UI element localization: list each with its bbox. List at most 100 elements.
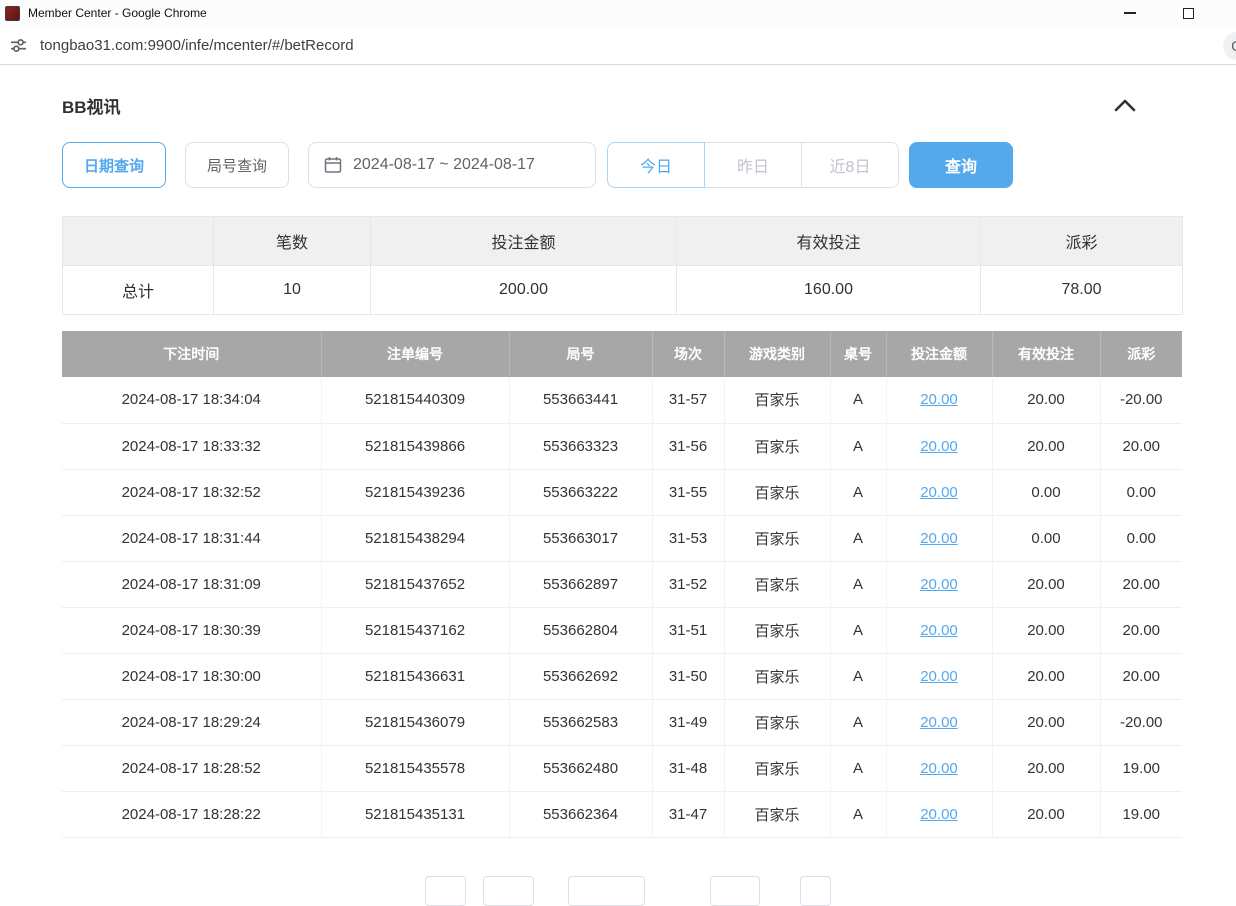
bet-row: 2024-08-17 18:31:44521815438294553663017… xyxy=(62,515,1182,561)
cell-session: 31-48 xyxy=(652,745,724,791)
cell-game: 百家乐 xyxy=(724,699,830,745)
bet-amount-link[interactable]: 20.00 xyxy=(920,668,958,685)
round-query-tab[interactable]: 局号查询 xyxy=(185,142,289,188)
cell-payout: 0.00 xyxy=(1100,515,1182,561)
calendar-icon xyxy=(324,156,342,174)
cell-table_no: A xyxy=(830,745,886,791)
cell-round_no: 553662583 xyxy=(509,699,652,745)
cell-session: 31-52 xyxy=(652,561,724,607)
cell-payout: 19.00 xyxy=(1100,791,1182,837)
cell-bet_no: 521815435578 xyxy=(321,745,509,791)
bet-amount-link[interactable]: 20.00 xyxy=(920,760,958,777)
cell-bet_no: 521815438294 xyxy=(321,515,509,561)
cell-table_no: A xyxy=(830,423,886,469)
cell-table_no: A xyxy=(830,791,886,837)
bet-amount-link[interactable]: 20.00 xyxy=(920,391,958,408)
summary-total-label: 总计 xyxy=(63,266,214,315)
summary-payout: 78.00 xyxy=(981,266,1183,315)
cell-table_no: A xyxy=(830,607,886,653)
cell-time: 2024-08-17 18:30:00 xyxy=(62,653,321,699)
bet-row: 2024-08-17 18:33:32521815439866553663323… xyxy=(62,423,1182,469)
cell-bet_amount: 20.00 xyxy=(886,653,992,699)
cell-session: 31-51 xyxy=(652,607,724,653)
pagination-control[interactable] xyxy=(425,876,466,906)
summary-header-bet-amount: 投注金额 xyxy=(371,217,677,266)
pagination-control[interactable] xyxy=(800,876,831,906)
cell-session: 31-50 xyxy=(652,653,724,699)
date-range-picker[interactable]: 2024-08-17 ~ 2024-08-17 xyxy=(308,142,596,188)
bet-column-header: 派彩 xyxy=(1100,331,1182,377)
last8days-button[interactable]: 近8日 xyxy=(801,142,899,188)
bet-column-header: 桌号 xyxy=(830,331,886,377)
summary-header-count: 笔数 xyxy=(214,217,371,266)
summary-bet-amount: 200.00 xyxy=(371,266,677,315)
cell-game: 百家乐 xyxy=(724,653,830,699)
summary-row: 总计 10 200.00 160.00 78.00 xyxy=(63,266,1183,315)
summary-header-valid-bet: 有效投注 xyxy=(677,217,981,266)
summary-header-blank xyxy=(63,217,214,266)
cell-session: 31-57 xyxy=(652,377,724,423)
url-text[interactable]: tongbao31.com:9900/infe/mcenter/#/betRec… xyxy=(40,37,354,54)
cell-time: 2024-08-17 18:31:44 xyxy=(62,515,321,561)
cell-game: 百家乐 xyxy=(724,469,830,515)
bet-column-header: 投注金额 xyxy=(886,331,992,377)
cell-game: 百家乐 xyxy=(724,423,830,469)
cell-valid_bet: 20.00 xyxy=(992,699,1100,745)
app-icon xyxy=(5,6,20,21)
bet-row: 2024-08-17 18:30:39521815437162553662804… xyxy=(62,607,1182,653)
bet-amount-link[interactable]: 20.00 xyxy=(920,576,958,593)
profile-avatar[interactable]: G xyxy=(1223,32,1236,60)
cell-table_no: A xyxy=(830,515,886,561)
cell-bet_amount: 20.00 xyxy=(886,423,992,469)
bet-amount-link[interactable]: 20.00 xyxy=(920,622,958,639)
summary-valid-bet: 160.00 xyxy=(677,266,981,315)
cell-bet_no: 521815439236 xyxy=(321,469,509,515)
cell-round_no: 553662804 xyxy=(509,607,652,653)
cell-round_no: 553662692 xyxy=(509,653,652,699)
bet-column-header: 下注时间 xyxy=(62,331,321,377)
cell-bet_no: 521815439866 xyxy=(321,423,509,469)
cell-valid_bet: 20.00 xyxy=(992,377,1100,423)
cell-game: 百家乐 xyxy=(724,515,830,561)
bet-amount-link[interactable]: 20.00 xyxy=(920,714,958,731)
today-button[interactable]: 今日 xyxy=(607,142,705,188)
site-settings-icon[interactable] xyxy=(10,37,27,54)
minimize-button[interactable] xyxy=(1114,0,1146,26)
cell-game: 百家乐 xyxy=(724,377,830,423)
bet-amount-link[interactable]: 20.00 xyxy=(920,484,958,501)
bet-table-body: 2024-08-17 18:34:04521815440309553663441… xyxy=(62,377,1182,837)
cell-bet_no: 521815436079 xyxy=(321,699,509,745)
cell-valid_bet: 0.00 xyxy=(992,469,1100,515)
date-query-tab[interactable]: 日期查询 xyxy=(62,142,166,188)
cell-time: 2024-08-17 18:28:52 xyxy=(62,745,321,791)
pagination-control[interactable] xyxy=(483,876,534,906)
bet-column-header: 场次 xyxy=(652,331,724,377)
cell-round_no: 553663017 xyxy=(509,515,652,561)
pagination-select[interactable] xyxy=(568,876,645,906)
maximize-button[interactable] xyxy=(1172,0,1204,26)
bet-amount-link[interactable]: 20.00 xyxy=(920,806,958,823)
cell-round_no: 553663441 xyxy=(509,377,652,423)
cell-valid_bet: 20.00 xyxy=(992,607,1100,653)
yesterday-button[interactable]: 昨日 xyxy=(704,142,802,188)
bet-records-table: 下注时间注单编号局号场次游戏类别桌号投注金额有效投注派彩 2024-08-17 … xyxy=(62,331,1182,838)
search-button[interactable]: 查询 xyxy=(909,142,1013,188)
cell-round_no: 553663323 xyxy=(509,423,652,469)
address-bar: tongbao31.com:9900/infe/mcenter/#/betRec… xyxy=(0,26,1236,65)
cell-bet_no: 521815440309 xyxy=(321,377,509,423)
window-title: Member Center - Google Chrome xyxy=(28,6,207,20)
cell-time: 2024-08-17 18:32:52 xyxy=(62,469,321,515)
bet-amount-link[interactable]: 20.00 xyxy=(920,530,958,547)
collapse-chevron-up-icon[interactable] xyxy=(1114,99,1182,112)
cell-round_no: 553662480 xyxy=(509,745,652,791)
bet-amount-link[interactable]: 20.00 xyxy=(920,438,958,455)
cell-session: 31-49 xyxy=(652,699,724,745)
cell-bet_no: 521815437652 xyxy=(321,561,509,607)
pagination-control[interactable] xyxy=(710,876,760,906)
bet-column-header: 局号 xyxy=(509,331,652,377)
cell-bet_amount: 20.00 xyxy=(886,607,992,653)
cell-bet_amount: 20.00 xyxy=(886,745,992,791)
cell-bet_no: 521815437162 xyxy=(321,607,509,653)
cell-session: 31-47 xyxy=(652,791,724,837)
cell-round_no: 553662897 xyxy=(509,561,652,607)
